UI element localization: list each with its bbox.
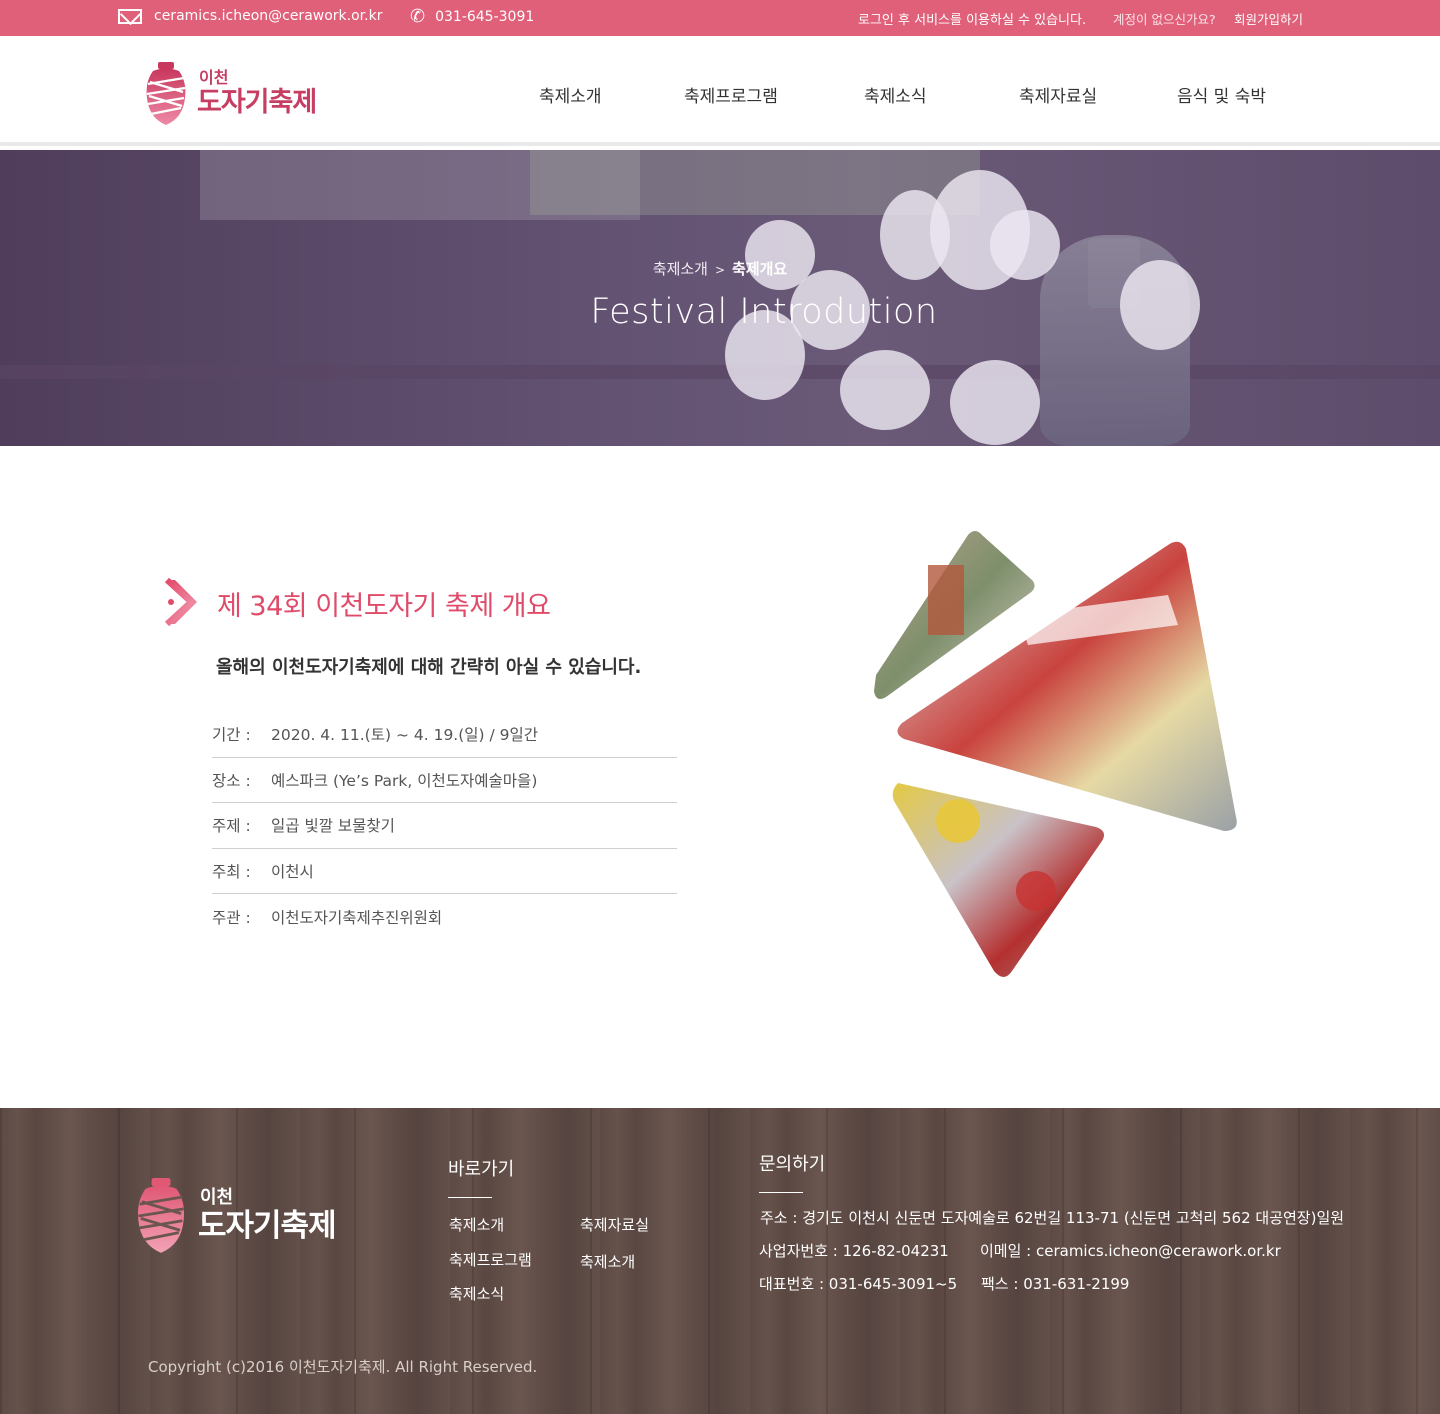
footer-link-festival-news[interactable]: 축제소식 — [449, 1283, 504, 1304]
nav-item-festival-archive[interactable]: 축제자료실 — [1019, 82, 1097, 107]
login-message[interactable]: 로그인 후 서비스를 이용하실 수 있습니다. — [858, 9, 1086, 28]
top-phone-text: 031-645-3091 — [435, 9, 535, 25]
info-row-period: 기간 : 2020. 4. 11.(토) ~ 4. 19.(일) / 9일간 — [212, 712, 677, 758]
hero-flower — [840, 350, 930, 430]
jar-logo-icon — [137, 1178, 185, 1253]
jar-logo-icon — [146, 62, 186, 125]
footer-logo-small: 이천 — [200, 1187, 234, 1208]
section-title: 제 34회 이천도자기 축제 개요 — [217, 591, 551, 622]
nav-item-festival-news[interactable]: 축제소식 — [864, 82, 927, 107]
nav-item-festival-intro[interactable]: 축제소개 — [539, 82, 602, 107]
top-bar: ceramics.icheon@cerawork.or.kr ✆ 031-645… — [0, 0, 1440, 36]
breadcrumb: 축제소개 > 축제개요 — [0, 258, 1440, 279]
footer-link-festival-intro[interactable]: 축제소개 — [449, 1214, 504, 1235]
footer-link-festival-intro-2[interactable]: 축제소개 — [580, 1251, 635, 1272]
info-row-organizer: 주관 : 이천도자기축제추진위원회 — [212, 894, 677, 940]
chevron-right-icon — [165, 578, 197, 626]
info-key: 주제 : — [212, 817, 251, 836]
footer-link-festival-archive[interactable]: 축제자료실 — [580, 1214, 649, 1235]
info-key: 주최 : — [212, 862, 251, 881]
footer-logo[interactable]: 이천 도자기축제 — [136, 1178, 337, 1254]
info-row-venue: 장소 : 예스파크 (Ye’s Park, 이천도자예술마을) — [212, 758, 677, 803]
breadcrumb-separator: > — [714, 263, 726, 277]
footer-business-no: 사업자번호 : 126-82-04231 — [759, 1242, 949, 1260]
nav-item-festival-program[interactable]: 축제프로그램 — [684, 82, 778, 107]
info-value: 2020. 4. 11.(토) ~ 4. 19.(일) / 9일간 — [271, 726, 539, 745]
join-link[interactable]: 회원가입하기 — [1234, 9, 1303, 28]
info-row-host: 주최 : 이천시 — [212, 849, 677, 894]
logo-small-text: 이천 — [199, 68, 229, 87]
info-value: 예스파크 (Ye’s Park, 이천도자예술마을) — [271, 771, 538, 790]
info-key: 장소 : — [212, 771, 251, 790]
site-header: 이천 도자기축제 축제소개 축제프로그램 축제소식 축제자료실 음식 및 숙박 — [0, 36, 1440, 146]
logo-big-text: 도자기축제 — [197, 87, 317, 118]
info-row-theme: 주제 : 일곱 빛깔 보물찾기 — [212, 803, 677, 849]
footer-email[interactable]: 이메일 : ceramics.icheon@cerawork.or.kr — [980, 1240, 1281, 1261]
footer-logo-big: 도자기축제 — [198, 1208, 337, 1244]
footer-fax: 팩스 : 031-631-2199 — [981, 1275, 1130, 1293]
breadcrumb-current: 축제개요 — [732, 260, 788, 278]
info-value: 일곱 빛깔 보물찾기 — [271, 817, 395, 836]
phone-icon: ✆ — [410, 6, 426, 27]
hero-banner: 축제소개 > 축제개요 Festival Introdution — [0, 150, 1440, 446]
site-footer: 이천 도자기축제 바로가기 축제소개 축제프로그램 축제소식 축제자료실 축제소… — [0, 1108, 1440, 1414]
hero-flower — [950, 360, 1040, 445]
info-key: 주관 : — [212, 908, 251, 927]
breadcrumb-parent[interactable]: 축제소개 — [653, 260, 708, 278]
top-email[interactable]: ceramics.icheon@cerawork.or.kr — [118, 8, 382, 24]
page-title: Festival Introdution — [590, 292, 938, 332]
top-phone: ✆ 031-645-3091 — [410, 8, 534, 26]
no-account-text: 계정이 없으신가요? — [1113, 12, 1216, 27]
photo-tile — [892, 783, 1104, 977]
mail-icon — [118, 8, 142, 24]
footer-tel: 대표번호 : 031-645-3091~5 — [759, 1275, 958, 1293]
info-value: 이천시 — [271, 862, 314, 881]
festival-photo-collage — [874, 531, 1237, 977]
section-subtitle: 올해의 이천도자기축제에 대해 간략히 아실 수 있습니다. — [216, 657, 642, 678]
info-value: 이천도자기축제추진위원회 — [271, 908, 443, 927]
footer-quick-title: 바로가기 — [448, 1155, 514, 1198]
top-email-text[interactable]: ceramics.icheon@cerawork.or.kr — [154, 8, 382, 24]
copyright: Copyright (c)2016 이천도자기축제. All Right Res… — [148, 1358, 538, 1376]
footer-link-festival-program[interactable]: 축제프로그램 — [449, 1249, 532, 1270]
site-logo[interactable]: 이천 도자기축제 — [145, 62, 317, 126]
nav-item-food-lodging[interactable]: 음식 및 숙박 — [1177, 82, 1266, 107]
festival-info-list: 기간 : 2020. 4. 11.(토) ~ 4. 19.(일) / 9일간 장… — [212, 712, 677, 940]
photo-building — [928, 565, 964, 635]
footer-contact-title: 문의하기 — [759, 1150, 825, 1193]
photo-wheel — [936, 799, 980, 843]
footer-address: 주소 : 경기도 이천시 신둔면 도자예술로 62번길 113-71 (신둔면 … — [760, 1209, 1345, 1227]
info-key: 기간 : — [212, 726, 251, 745]
photo-wheel — [1016, 871, 1056, 911]
hero-bg-shelf — [0, 365, 1440, 379]
